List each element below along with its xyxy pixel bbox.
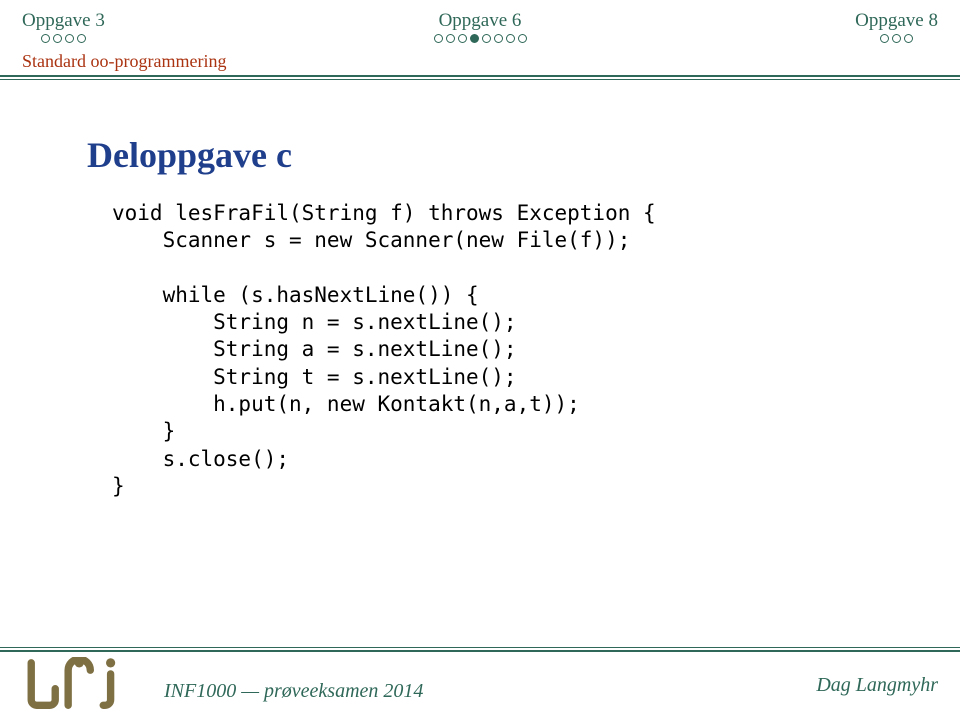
nav-item-oppgave3[interactable]: Oppgave 3 (22, 10, 105, 43)
section-label: Standard oo-programmering (0, 45, 960, 75)
slide-title: Deloppgave c (87, 134, 938, 176)
nav-progress-dots (855, 34, 938, 43)
header-rule-thick (0, 75, 960, 77)
nav-item-oppgave8[interactable]: Oppgave 8 (855, 10, 938, 43)
footer-rule-thin (0, 647, 960, 648)
nav-item-oppgave6[interactable]: Oppgave 6 (434, 10, 527, 43)
institution-logo-icon (22, 657, 142, 713)
nav-label: Oppgave 8 (855, 10, 938, 32)
code-block: void lesFraFil(String f) throws Exceptio… (112, 200, 938, 500)
footer-author: Dag Langmyhr (816, 674, 938, 697)
nav-progress-dots (434, 34, 527, 43)
nav-label: Oppgave 6 (434, 10, 527, 32)
nav-progress-dots (22, 34, 105, 43)
nav-label: Oppgave 3 (22, 10, 105, 32)
